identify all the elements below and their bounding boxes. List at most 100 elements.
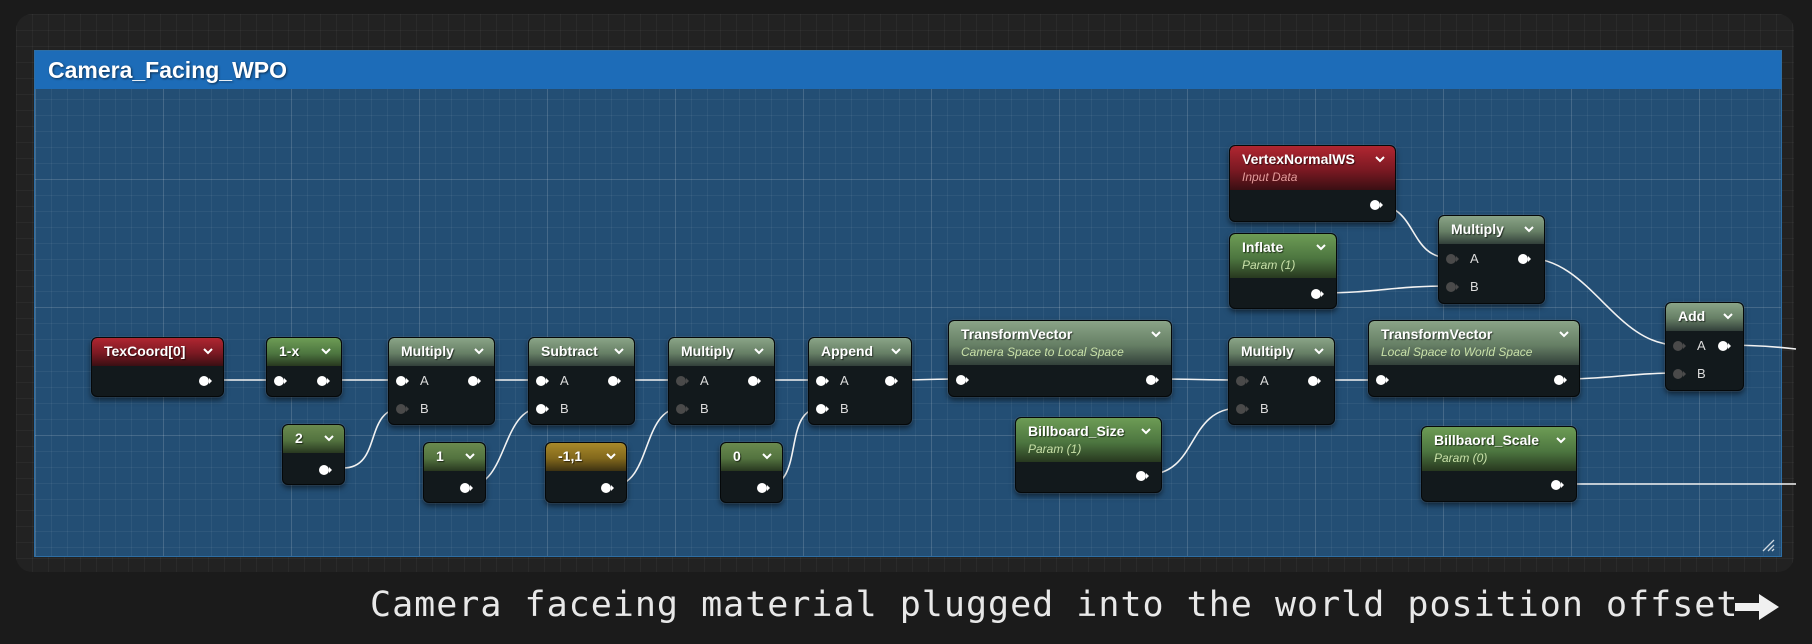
output-pin[interactable] [608,375,621,387]
chevron-down-icon[interactable] [322,431,336,445]
pin-label: B [420,401,429,416]
pin-label: A [1470,251,1479,266]
output-pin[interactable] [757,482,770,494]
node-add[interactable]: Add A B [1665,302,1744,391]
node-constant-neg1-1[interactable]: -1,1 [545,442,627,503]
chevron-down-icon[interactable] [201,344,215,358]
node-title: Multiply [1241,343,1294,359]
chevron-down-icon[interactable] [889,344,903,358]
pin-label: A [700,373,709,388]
pin-label: A [1697,338,1706,353]
input-pin[interactable] [1376,374,1389,386]
node-title: TransformVector [961,326,1073,342]
node-title: -1,1 [558,448,583,464]
output-pin[interactable] [1554,374,1567,386]
output-pin[interactable] [885,375,898,387]
chevron-down-icon[interactable] [1721,309,1735,323]
node-texcoord[interactable]: TexCoord[0] [91,337,224,397]
output-pin[interactable] [1518,253,1531,265]
output-pin[interactable] [1370,199,1383,211]
node-title: Multiply [401,343,454,359]
node-billboard-size[interactable]: Billboard_Size Param (1) [1015,417,1162,493]
chevron-down-icon[interactable] [319,344,333,358]
input-pin-a[interactable] [536,375,549,387]
input-pin-b[interactable] [396,403,409,415]
input-pin-a[interactable] [676,375,689,387]
node-multiply-1[interactable]: Multiply A B [388,337,495,425]
pin-label: B [1697,366,1706,381]
output-pin[interactable] [468,375,481,387]
node-title: Subtract [541,343,598,359]
pin-label: A [1260,373,1269,388]
comment-title[interactable]: Camera_Facing_WPO [35,51,1781,89]
pin-label: B [700,401,709,416]
chevron-down-icon[interactable] [1312,344,1326,358]
output-pin[interactable] [319,464,332,476]
output-pin[interactable] [748,375,761,387]
chevron-down-icon[interactable] [604,449,618,463]
node-constant-1[interactable]: 1 [423,442,486,503]
output-pin[interactable] [199,375,212,387]
chevron-down-icon[interactable] [463,449,477,463]
output-pin[interactable] [1146,374,1159,386]
input-pin-b[interactable] [816,403,829,415]
input-pin[interactable] [274,375,287,387]
node-multiply-2[interactable]: Multiply A B [668,337,775,425]
input-pin-a[interactable] [1673,340,1686,352]
chevron-down-icon[interactable] [760,449,774,463]
input-pin-b[interactable] [536,403,549,415]
input-pin-a[interactable] [816,375,829,387]
node-multiply-4[interactable]: Multiply A B [1438,215,1545,304]
resize-grip-icon[interactable] [1761,538,1775,552]
input-pin-b[interactable] [1236,403,1249,415]
node-multiply-3[interactable]: Multiply A B [1228,337,1335,425]
output-pin[interactable] [601,482,614,494]
node-title: Add [1678,308,1706,324]
node-append[interactable]: Append A B [808,337,912,425]
chevron-down-icon[interactable] [1554,433,1568,447]
node-billbaord-scale[interactable]: Billbaord_Scale Param (0) [1421,426,1577,502]
node-title: Inflate [1242,239,1284,255]
pin-label: B [1260,401,1269,416]
input-pin-b[interactable] [1673,368,1686,380]
output-pin[interactable] [1308,375,1321,387]
input-pin[interactable] [956,374,969,386]
node-constant-0[interactable]: 0 [720,442,783,503]
node-title: TexCoord[0] [104,343,186,359]
output-pin[interactable] [1551,479,1564,491]
input-pin-b[interactable] [676,403,689,415]
input-pin-a[interactable] [396,375,409,387]
node-title: 1 [436,448,444,464]
node-subtract[interactable]: Subtract A B [528,337,635,425]
right-arrow-icon [1735,594,1779,620]
node-one-minus[interactable]: 1-x [266,337,342,397]
input-pin-b[interactable] [1446,281,1459,293]
chevron-down-icon[interactable] [472,344,486,358]
node-title: Append [821,343,874,359]
node-inflate[interactable]: Inflate Param (1) [1229,233,1337,309]
chevron-down-icon[interactable] [1557,327,1571,341]
caption-text: Camera faceing material plugged into the… [370,585,1739,625]
node-constant-2[interactable]: 2 [282,424,345,485]
chevron-down-icon[interactable] [1149,327,1163,341]
chevron-down-icon[interactable] [1314,240,1328,254]
output-pin[interactable] [460,482,473,494]
pin-label: A [420,373,429,388]
input-pin-a[interactable] [1446,253,1459,265]
chevron-down-icon[interactable] [1522,222,1536,236]
node-vertex-normal-ws[interactable]: VertexNormalWS Input Data [1229,145,1396,222]
output-pin[interactable] [1718,340,1731,352]
node-transform-local-to-world[interactable]: TransformVector Local Space to World Spa… [1368,320,1580,397]
node-title: 2 [295,430,303,446]
chevron-down-icon[interactable] [612,344,626,358]
chevron-down-icon[interactable] [1139,424,1153,438]
chevron-down-icon[interactable] [752,344,766,358]
chevron-down-icon[interactable] [1373,152,1387,166]
output-pin[interactable] [317,375,330,387]
input-pin-a[interactable] [1236,375,1249,387]
node-transform-camera-to-local[interactable]: TransformVector Camera Space to Local Sp… [948,320,1172,397]
output-pin[interactable] [1311,288,1324,300]
pin-label: B [1470,279,1479,294]
node-title: TransformVector [1381,326,1493,342]
output-pin[interactable] [1136,470,1149,482]
